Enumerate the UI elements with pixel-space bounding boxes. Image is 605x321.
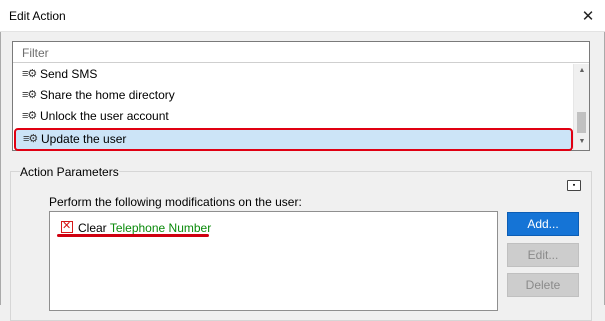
list-item-label: Update the user	[41, 132, 127, 146]
delete-button[interactable]: Delete	[507, 273, 579, 297]
add-button[interactable]: Add...	[507, 212, 579, 236]
list-item-label: Send SMS	[40, 67, 98, 81]
list-item-label: Unlock the user account	[40, 109, 169, 123]
action-list[interactable]: Filter ≡⚙ Send SMS ≡⚙ Share the home dir…	[12, 41, 590, 151]
group-title: Action Parameters	[20, 165, 119, 179]
scroll-down-icon[interactable]: ▼	[574, 138, 590, 145]
options-icon[interactable]: ▪	[567, 180, 581, 191]
close-icon[interactable]: ✕	[573, 1, 603, 31]
filter-input[interactable]: Filter	[13, 42, 589, 63]
modification-attribute: Telephone Number	[109, 221, 212, 235]
gear-icon: ≡⚙	[22, 89, 37, 101]
action-items: ≡⚙ Send SMS ≡⚙ Share the home directory …	[13, 64, 573, 151]
scroll-up-icon[interactable]: ▲	[574, 67, 590, 74]
modification-verb: Clear	[78, 221, 107, 235]
gear-icon: ≡⚙	[22, 110, 37, 122]
list-scrollbar[interactable]: ▲ ▼	[573, 64, 589, 150]
scrollbar-thumb[interactable]	[577, 112, 586, 133]
highlight-underline	[57, 234, 209, 237]
list-item[interactable]: Clear Telephone Number	[61, 219, 212, 235]
list-item-update-user[interactable]: ≡⚙ Update the user	[14, 128, 573, 151]
gear-icon: ≡⚙	[22, 68, 37, 80]
gear-icon: ≡⚙	[23, 133, 38, 145]
list-item-share-home-directory[interactable]: ≡⚙ Share the home directory	[13, 85, 573, 106]
instruction-text: Perform the following modifications on t…	[49, 195, 302, 209]
list-item-send-sms[interactable]: ≡⚙ Send SMS	[13, 64, 573, 85]
clear-icon	[61, 219, 73, 233]
list-item-unlock-account[interactable]: ≡⚙ Unlock the user account	[13, 106, 573, 127]
modification-list[interactable]: Clear Telephone Number	[49, 211, 498, 311]
list-item-label: Share the home directory	[40, 88, 175, 102]
edit-button[interactable]: Edit...	[507, 243, 579, 267]
title-bar: Edit Action ✕	[0, 0, 605, 32]
window-border-left	[0, 32, 1, 305]
window-title: Edit Action	[9, 9, 66, 23]
